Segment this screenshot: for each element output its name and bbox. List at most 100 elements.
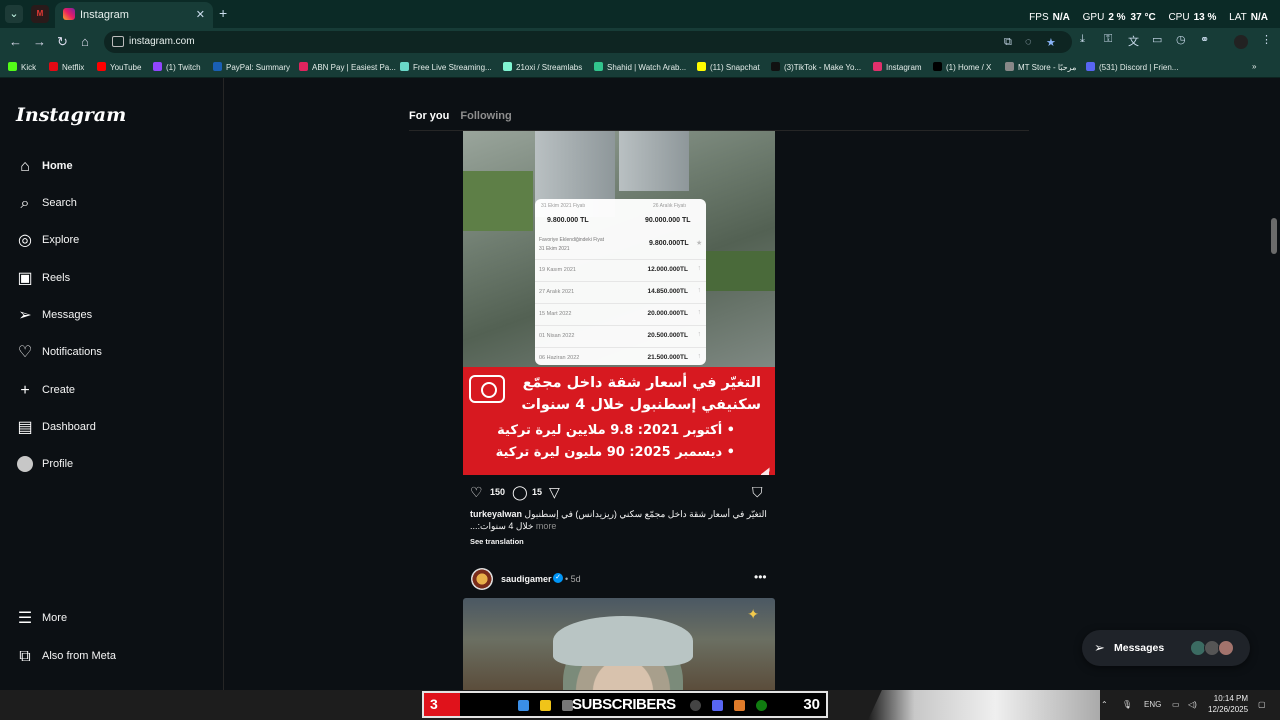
sidebar-item-reels[interactable]: ▣ Reels (12, 263, 212, 295)
tab-for-you[interactable]: For you (409, 110, 449, 122)
profile-avatar[interactable] (1234, 35, 1248, 49)
sidebar-item-explore[interactable]: ◎ Explore (12, 225, 212, 257)
sidebar-item-home[interactable]: ⌂ Home (12, 151, 212, 183)
see-translation-link[interactable]: See translation (470, 537, 524, 546)
bookmark-item[interactable]: (1) Home / X (933, 62, 991, 72)
feed-tabs: For you Following (409, 110, 512, 122)
tray-chevron-icon[interactable]: ⌃ (1101, 700, 1108, 709)
sidebar-item-profile[interactable]: Profile (12, 449, 212, 481)
comment-count[interactable]: 15 (532, 487, 542, 497)
bookmark-item[interactable]: (531) Discord | Frien... (1086, 62, 1178, 72)
messenger-icon: ➢ (18, 307, 32, 324)
price-row: 15 Mart 2022 20.000.000TL ↑ (535, 303, 706, 324)
xbox-icon[interactable] (756, 700, 767, 711)
windows-start-icon[interactable] (518, 700, 529, 711)
sidebar-item-label: Home (42, 160, 73, 172)
new-tab-button[interactable]: + (219, 5, 227, 21)
post-username[interactable]: saudigamer (501, 574, 552, 584)
key-icon[interactable]: ⚿ (1104, 33, 1112, 46)
bookmark-label: (1) Twitch (166, 63, 201, 72)
tab-instagram[interactable]: Instagram ✕ (55, 2, 213, 28)
bookmark-item[interactable]: ABN Pay | Easiest Pa... (299, 62, 396, 72)
bookmark-favicon-icon (697, 62, 706, 71)
sidebar-item-also-from-meta[interactable]: ⧉ Also from Meta (12, 641, 212, 673)
more-link[interactable]: more (536, 521, 557, 531)
sidebar-item-more[interactable]: ☰ More (12, 603, 212, 635)
site-info-icon[interactable] (112, 36, 124, 47)
close-tab-icon[interactable]: ✕ (196, 8, 205, 21)
language-indicator[interactable]: ENG (1144, 700, 1161, 709)
address-bar[interactable]: instagram.com ⧉ ◌ ★ (104, 31, 1072, 53)
tower (619, 131, 689, 191)
bookmark-item[interactable]: (11) Snapchat (697, 62, 760, 72)
bookmark-item[interactable]: YouTube (97, 62, 141, 72)
bookmark-item[interactable]: Shahid | Watch Arab... (594, 62, 686, 72)
microphone-icon[interactable]: 🎙 (1122, 700, 1132, 709)
history-icon[interactable]: ◷ (1176, 33, 1186, 46)
fps-value: N/A (1052, 12, 1070, 23)
card-icon[interactable]: ▭ (1152, 33, 1162, 46)
sidebar-item-notifications[interactable]: ♡ Notifications (12, 337, 212, 369)
scrollbar-thumb[interactable] (1271, 218, 1277, 254)
bookmark-item[interactable]: Instagram (873, 62, 922, 72)
comment-icon[interactable]: ◯ (512, 484, 528, 501)
tab-following[interactable]: Following (460, 110, 511, 122)
kebab-menu-icon[interactable]: ⋮ (1261, 33, 1272, 46)
bookmark-icon[interactable]: ⛉ (752, 484, 763, 501)
card-fav-price: 9.800.000TL (649, 240, 689, 247)
app-icon[interactable] (734, 700, 745, 711)
network-icon[interactable]: ▭ (1172, 700, 1180, 709)
download-icon[interactable]: ⤓ (1080, 33, 1085, 46)
link-icon[interactable]: ⚭ (1200, 33, 1209, 46)
sidebar-item-label: Also from Meta (42, 650, 116, 662)
like-heart-icon[interactable]: ♡ (470, 484, 483, 501)
bookmark-label: Netflix (62, 63, 85, 72)
system-clock[interactable]: 10:14 PM 12/26/2025 (1208, 693, 1248, 715)
sidebar-item-create[interactable]: + Create (12, 375, 212, 407)
tab-title: Instagram (80, 9, 129, 21)
bookmark-item[interactable]: (3)TikTok - Make Yo... (771, 62, 861, 72)
discord-icon[interactable] (712, 700, 723, 711)
notification-icon[interactable]: ▢ (1258, 700, 1266, 709)
post-image[interactable]: 31 Ekim 2021 Fiyatı 26 Aralık Fiyatı 9.8… (463, 131, 775, 475)
post-image[interactable]: ✦ (463, 598, 775, 690)
back-icon[interactable]: ← (9, 34, 22, 49)
more-options-icon[interactable]: ••• (754, 570, 767, 584)
sidebar-item-search[interactable]: ⌕ Search (12, 188, 212, 220)
sidebar-item-dashboard[interactable]: ▤ Dashboard (12, 412, 212, 444)
card-date-right: 26 Aralık Fiyatı (653, 203, 687, 209)
bookmark-item[interactable]: PayPal: Summary (213, 62, 290, 72)
scrollbar[interactable] (1268, 78, 1280, 690)
bookmark-favicon-icon (400, 62, 409, 71)
volume-icon[interactable]: ◁) (1188, 700, 1197, 709)
translate-icon[interactable]: 文 (1128, 33, 1139, 49)
instagram-logo[interactable]: Instagram (16, 104, 126, 126)
pinned-tab[interactable]: M (31, 5, 49, 23)
reload-icon[interactable]: ↻ (57, 34, 68, 50)
bookmark-item[interactable]: Free Live Streaming... (400, 62, 492, 72)
sidebar-item-messages[interactable]: ➢ Messages (12, 300, 212, 332)
bookmark-favicon-icon (1086, 62, 1095, 71)
eye-off-icon[interactable]: ◌ (1025, 36, 1032, 48)
bookmark-item[interactable]: MT Store - مرحبًا (1005, 62, 1076, 72)
share-icon[interactable]: ▽ (549, 484, 560, 501)
like-count[interactable]: 150 (490, 487, 505, 497)
caption-username[interactable]: turkeyalwan (470, 509, 522, 519)
price-row: 06 Haziran 2022 21.500.000TL ↑ (535, 347, 706, 368)
banner-line-1: التغيّر في أسعار شقة داخل مجمّع (522, 375, 761, 391)
bookmark-item[interactable]: 21oxi / Streamlabs (503, 62, 582, 72)
bookmarks-overflow-icon[interactable]: » (1252, 62, 1256, 71)
file-explorer-icon[interactable] (540, 700, 551, 711)
messages-floating-button[interactable]: ➢ Messages (1082, 630, 1250, 666)
bookmark-item[interactable]: Kick (8, 62, 36, 72)
bookmark-item[interactable]: Netflix (49, 62, 84, 72)
install-app-icon[interactable]: ⧉ (1004, 36, 1012, 49)
bookmark-star-icon[interactable]: ★ (1046, 36, 1056, 49)
bookmark-item[interactable]: (1) Twitch (153, 62, 201, 72)
home-browser-icon[interactable]: ⌂ (81, 34, 89, 49)
avatar[interactable] (471, 568, 493, 590)
verified-badge-icon: ✓ (553, 573, 563, 583)
chrome-icon[interactable] (690, 700, 701, 711)
forward-icon[interactable]: → (33, 34, 46, 49)
tab-search-button[interactable]: ⌄ (5, 5, 23, 23)
